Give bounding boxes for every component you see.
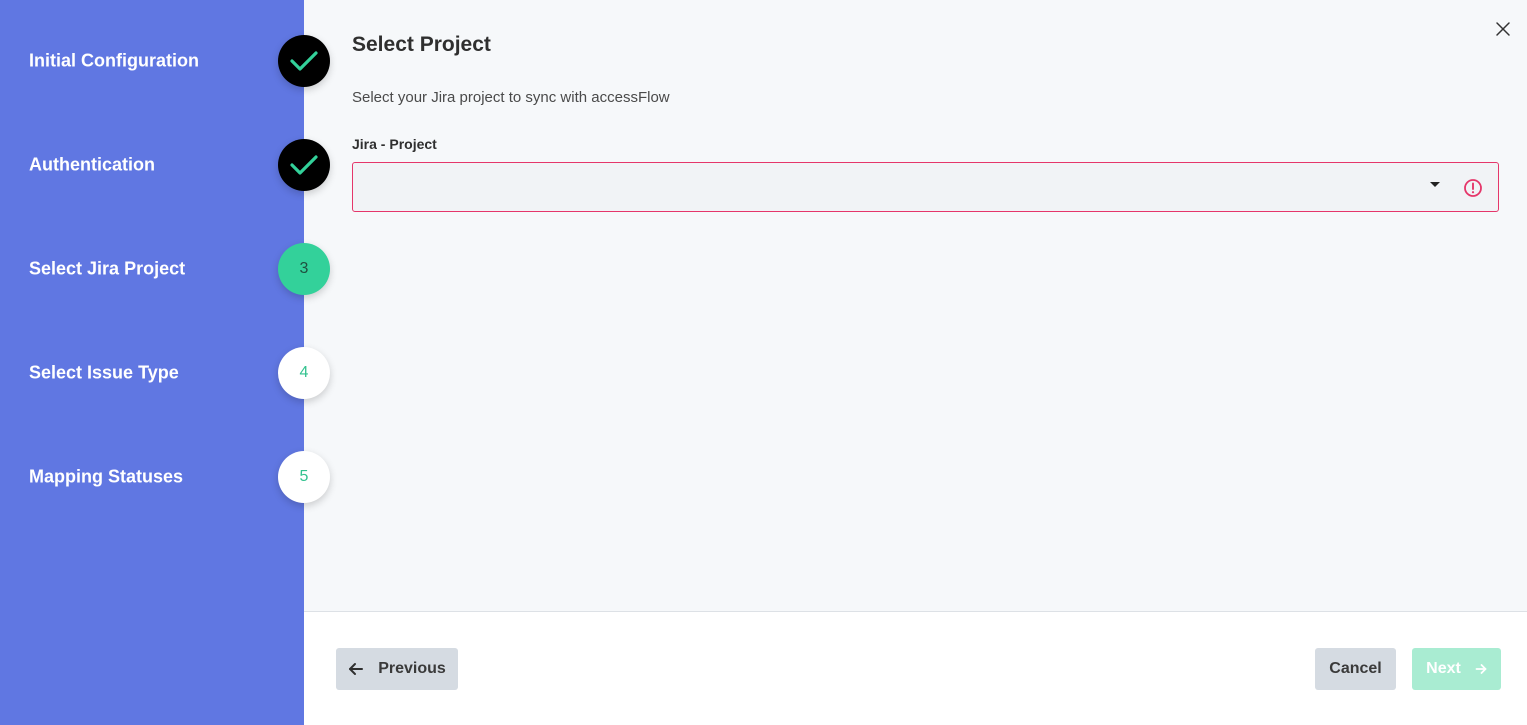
page-subtitle: Select your Jira project to sync with ac… (352, 89, 670, 106)
wizard-sidebar: Initial Configuration Authentication Sel… (0, 0, 330, 725)
step-initial-configuration: Initial Configuration (0, 35, 330, 87)
step-number-indicator: 4 (278, 347, 330, 399)
cancel-button[interactable]: Cancel (1315, 648, 1396, 690)
page-title: Select Project (352, 33, 491, 56)
error-icon (1464, 179, 1482, 197)
chevron-down-icon[interactable] (1430, 182, 1440, 187)
step-label: Select Jira Project (29, 258, 186, 279)
jira-project-select[interactable] (352, 162, 1499, 212)
step-number-indicator: 3 (278, 243, 330, 295)
step-select-jira-project: Select Jira Project 3 (0, 243, 330, 295)
close-button[interactable] (1494, 20, 1512, 38)
check-icon (290, 155, 318, 175)
wizard-footer: Previous Cancel Next (304, 611, 1527, 725)
step-label: Mapping Statuses (29, 466, 184, 487)
close-icon (1496, 22, 1510, 36)
integration-wizard: Initial Configuration Authentication Sel… (0, 0, 1527, 725)
step-select-issue-type: Select Issue Type 4 (0, 347, 330, 399)
arrow-left-icon (349, 663, 364, 675)
step-label: Authentication (29, 154, 155, 175)
jira-project-label: Jira - Project (352, 136, 437, 152)
step-number-indicator: 5 (278, 451, 330, 503)
next-button[interactable]: Next (1412, 648, 1501, 690)
step-done-indicator (278, 139, 330, 191)
arrow-right-icon (1475, 664, 1487, 674)
wizard-content: Select Project Select your Jira project … (304, 0, 1527, 611)
previous-button[interactable]: Previous (336, 648, 458, 690)
next-label: Next (1426, 660, 1461, 677)
previous-label: Previous (378, 660, 446, 677)
step-label: Initial Configuration (29, 50, 199, 71)
step-mapping-statuses: Mapping Statuses 5 (0, 451, 330, 503)
check-icon (290, 51, 318, 71)
cancel-label: Cancel (1329, 660, 1382, 677)
step-authentication: Authentication (0, 139, 330, 191)
step-label: Select Issue Type (29, 362, 179, 383)
step-done-indicator (278, 35, 330, 87)
